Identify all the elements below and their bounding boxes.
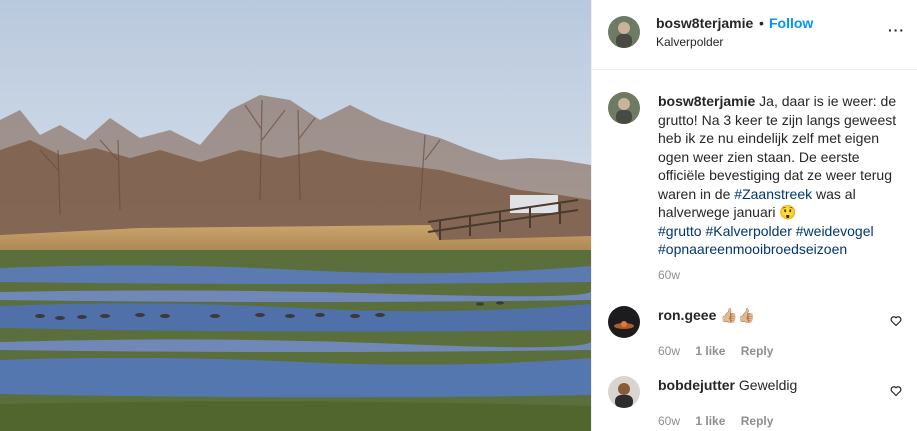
reply-button[interactable]: Reply: [741, 344, 774, 358]
heart-icon[interactable]: [890, 314, 902, 332]
more-options-icon[interactable]: ···: [888, 22, 905, 38]
follow-separator: •: [759, 15, 764, 31]
avatar[interactable]: [608, 16, 640, 48]
hashtag-link[interactable]: #weidevogel: [796, 223, 874, 239]
comment-username[interactable]: ron.geee: [658, 307, 716, 323]
landscape-photo: [0, 0, 591, 431]
comment-likes[interactable]: 1 like: [695, 344, 725, 358]
comment-likes[interactable]: 1 like: [695, 414, 725, 428]
hashtag-link[interactable]: #grutto: [658, 223, 702, 239]
hashtag-link[interactable]: #opnaareenmooibroedseizoen: [658, 241, 847, 257]
post-header: bosw8terjamie • Follow Kalverpolder ···: [592, 0, 917, 70]
comment-timestamp[interactable]: 60w: [658, 344, 680, 358]
hashtag-link[interactable]: #Zaanstreek: [734, 186, 812, 202]
post-username[interactable]: bosw8terjamie: [656, 15, 753, 31]
comment-body: Geweldig: [738, 377, 798, 393]
post-location[interactable]: Kalverpolder: [656, 35, 723, 49]
comment-item: bobdejutter Geweldig 60w 1 like Reply: [608, 376, 908, 428]
caption-timestamp[interactable]: 60w: [658, 268, 680, 282]
comment-timestamp[interactable]: 60w: [658, 414, 680, 428]
avatar[interactable]: [608, 306, 640, 338]
heart-icon[interactable]: [890, 384, 902, 402]
comment-text: ron.geee 👍🏼👍🏼: [658, 306, 755, 324]
reply-button[interactable]: Reply: [741, 414, 774, 428]
comment-meta: 60w 1 like Reply: [658, 344, 785, 358]
post-side-panel: bosw8terjamie • Follow Kalverpolder ··· …: [591, 0, 917, 431]
avatar[interactable]: [608, 92, 640, 124]
comment-username[interactable]: bobdejutter: [658, 377, 735, 393]
comment-item: ron.geee 👍🏼👍🏼 60w 1 like Reply: [608, 306, 908, 358]
post-photo[interactable]: [0, 0, 591, 431]
comment-body: 👍🏼👍🏼: [720, 307, 756, 323]
avatar[interactable]: [608, 376, 640, 408]
follow-button[interactable]: Follow: [769, 15, 813, 31]
hashtag-link[interactable]: #Kalverpolder: [705, 223, 791, 239]
comment-meta: 60w 1 like Reply: [658, 414, 785, 428]
caption-text: bosw8terjamie Ja, daar is ie weer: de gr…: [658, 92, 908, 259]
comment-text: bobdejutter Geweldig: [658, 376, 797, 394]
caption-username[interactable]: bosw8terjamie: [658, 93, 755, 109]
